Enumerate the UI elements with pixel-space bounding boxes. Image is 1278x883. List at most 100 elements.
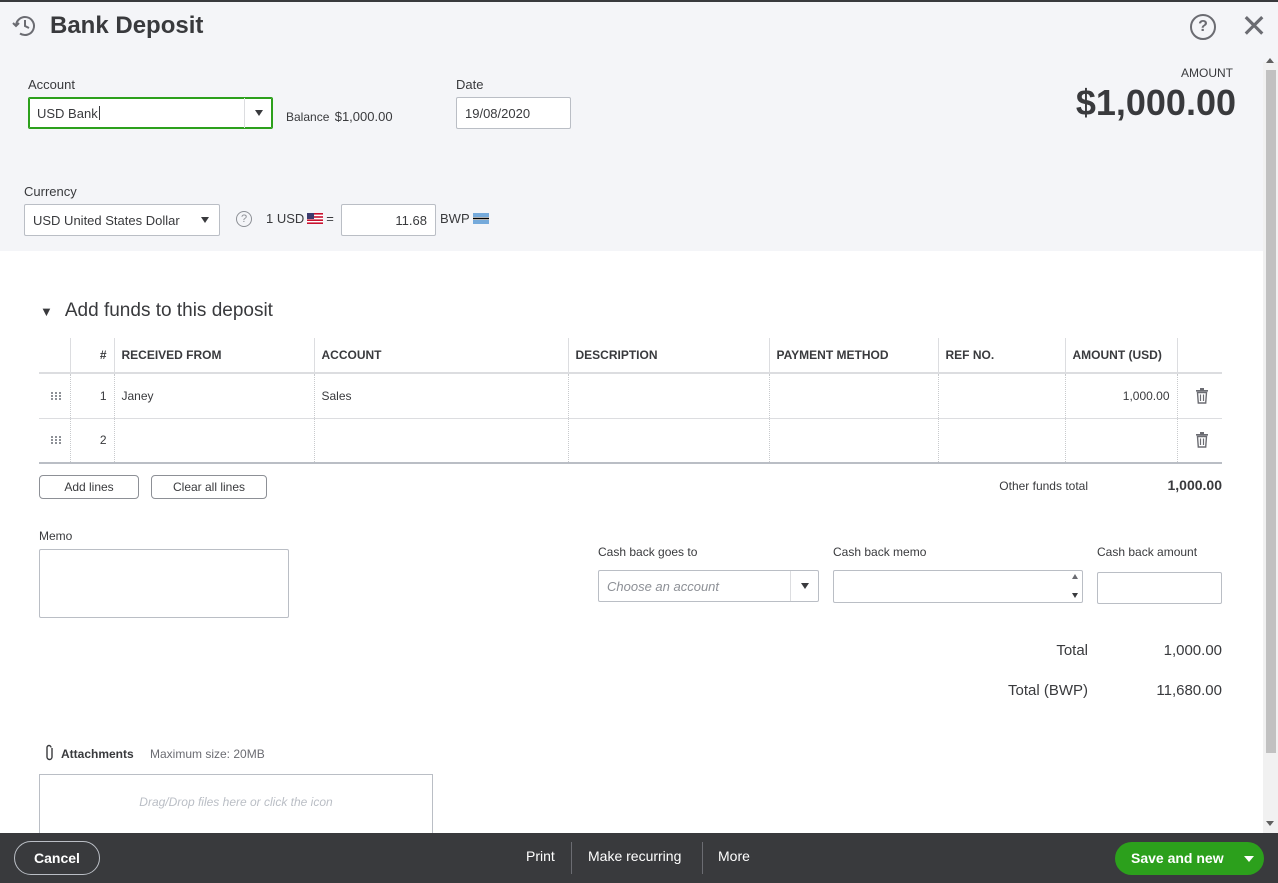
- other-funds-total-value: 1,000.00: [1167, 477, 1223, 493]
- received-from-cell[interactable]: [113, 418, 314, 464]
- cancel-button[interactable]: Cancel: [14, 841, 100, 875]
- page-title: Bank Deposit: [50, 12, 204, 39]
- footer-bar: Cancel Print Make recurring More Save an…: [0, 833, 1278, 883]
- exchange-rate-from: 1 USD =: [266, 211, 334, 226]
- scroll-down-icon[interactable]: [1072, 593, 1078, 598]
- cash-back-memo-label: Cash back memo: [833, 545, 927, 559]
- paperclip-icon[interactable]: [44, 744, 56, 762]
- attachments-label: Attachments: [61, 747, 134, 761]
- save-and-new-label: Save and new: [1131, 850, 1224, 866]
- us-flag-icon: [307, 213, 324, 224]
- attachments-max-size: Maximum size: 20MB: [150, 747, 265, 761]
- memo-textarea[interactable]: [39, 549, 289, 618]
- collapse-triangle-icon: ▼: [40, 304, 53, 319]
- close-icon[interactable]: ✕: [1240, 10, 1268, 42]
- clear-all-lines-button[interactable]: Clear all lines: [151, 475, 267, 499]
- description-cell[interactable]: [567, 373, 769, 419]
- cash-back-goes-to-label: Cash back goes to: [598, 545, 698, 559]
- col-payment-method: PAYMENT METHOD: [768, 338, 938, 374]
- cash-back-account-select[interactable]: Choose an account: [598, 570, 819, 602]
- currency-select[interactable]: USD United States Dollar: [24, 204, 220, 236]
- delete-cell: [1176, 418, 1222, 464]
- exchange-rate-input[interactable]: 11.68: [341, 204, 436, 236]
- account-select[interactable]: USD Bank: [28, 97, 273, 129]
- description-cell[interactable]: [567, 418, 769, 464]
- cash-back-dropdown-button[interactable]: [790, 571, 818, 601]
- col-ref-no: REF NO.: [937, 338, 1065, 374]
- amount-value: $1,000.00: [1075, 82, 1236, 123]
- date-value: 19/08/2020: [465, 105, 531, 121]
- total-bwp-label: Total (BWP): [1007, 682, 1088, 699]
- currency-dropdown-button[interactable]: [191, 205, 219, 235]
- help-icon[interactable]: ?: [1190, 14, 1216, 40]
- cash-back-amount-input[interactable]: [1097, 572, 1222, 604]
- chevron-down-icon: [201, 217, 209, 223]
- drag-handle-icon[interactable]: [39, 373, 70, 419]
- balance-value: $1,000.00: [334, 109, 393, 124]
- total-value: 1,000.00: [1163, 642, 1222, 659]
- ref-no-cell[interactable]: [937, 418, 1065, 464]
- funds-section-toggle[interactable]: ▼ Add funds to this deposit: [40, 300, 273, 322]
- received-from-cell[interactable]: Janey: [113, 373, 314, 419]
- more-link[interactable]: More: [718, 833, 750, 883]
- account-label: Account: [28, 77, 75, 92]
- funds-section-title: Add funds to this deposit: [64, 300, 273, 321]
- chevron-down-icon: [800, 583, 809, 589]
- scroll-up-icon[interactable]: [1072, 574, 1078, 579]
- table-header-row: # RECEIVED FROM ACCOUNT DESCRIPTION PAYM…: [39, 338, 1222, 374]
- col-num: #: [69, 338, 114, 374]
- drag-handle-icon[interactable]: [39, 418, 70, 464]
- col-description: DESCRIPTION: [567, 338, 769, 374]
- exchange-rate-to: BWP: [440, 211, 489, 226]
- balance: Balance $1,000.00: [286, 109, 393, 124]
- col-amount: AMOUNT (USD): [1064, 338, 1177, 374]
- currency-value: USD United States Dollar: [33, 212, 180, 228]
- payment-method-cell[interactable]: [768, 373, 938, 419]
- currency-help-icon[interactable]: ?: [236, 211, 252, 227]
- amount-cell[interactable]: [1064, 418, 1177, 464]
- exchange-rate-value: 11.68: [395, 212, 427, 228]
- table-row[interactable]: 1 Janey Sales 1,000.00: [39, 373, 1222, 419]
- payment-method-cell[interactable]: [768, 418, 938, 464]
- botswana-flag-icon: [472, 213, 489, 224]
- amount-cell[interactable]: 1,000.00: [1064, 373, 1177, 419]
- cash-back-account-placeholder: Choose an account: [607, 578, 720, 594]
- cash-back-amount-label: Cash back amount: [1097, 545, 1198, 559]
- rate-prefix: 1 USD: [266, 211, 305, 226]
- col-delete: [1176, 338, 1222, 374]
- trash-icon[interactable]: [1195, 432, 1209, 448]
- make-recurring-link[interactable]: Make recurring: [588, 833, 681, 883]
- recent-transactions-icon[interactable]: [12, 13, 38, 39]
- add-lines-button[interactable]: Add lines: [39, 475, 139, 499]
- funds-table: # RECEIVED FROM ACCOUNT DESCRIPTION PAYM…: [39, 338, 1222, 464]
- account-dropdown-button[interactable]: [244, 98, 272, 128]
- other-funds-total-label: Other funds total: [999, 479, 1088, 493]
- date-label: Date: [456, 77, 484, 92]
- col-received-from: RECEIVED FROM: [113, 338, 314, 374]
- rate-suffix: BWP: [440, 211, 470, 226]
- account-cell[interactable]: [313, 418, 568, 464]
- ref-no-cell[interactable]: [937, 373, 1065, 419]
- trash-icon[interactable]: [1195, 387, 1209, 404]
- chevron-down-icon[interactable]: [1244, 856, 1254, 862]
- row-num: 2: [69, 418, 114, 464]
- col-drag: [39, 338, 70, 374]
- delete-cell: [1176, 373, 1222, 419]
- scroll-up-arrow-icon[interactable]: [1266, 58, 1274, 63]
- scroll-down-arrow-icon[interactable]: [1266, 821, 1274, 826]
- balance-label: Balance: [286, 110, 330, 124]
- date-input[interactable]: 19/08/2020: [456, 97, 571, 129]
- total-label: Total: [1056, 642, 1088, 659]
- account-value: USD Bank: [37, 105, 98, 121]
- memo-label: Memo: [39, 529, 73, 543]
- row-num: 1: [69, 373, 114, 419]
- print-link[interactable]: Print: [526, 833, 555, 883]
- scrollbar-thumb[interactable]: [1266, 70, 1276, 753]
- total-bwp-value: 11,680.00: [1156, 682, 1222, 699]
- cash-back-memo-input[interactable]: [833, 570, 1083, 603]
- account-cell[interactable]: Sales: [313, 373, 568, 419]
- rate-equals: =: [326, 211, 334, 226]
- amount-label: AMOUNT: [1181, 66, 1233, 80]
- save-and-new-button[interactable]: Save and new: [1115, 842, 1264, 875]
- table-row[interactable]: 2: [39, 418, 1222, 464]
